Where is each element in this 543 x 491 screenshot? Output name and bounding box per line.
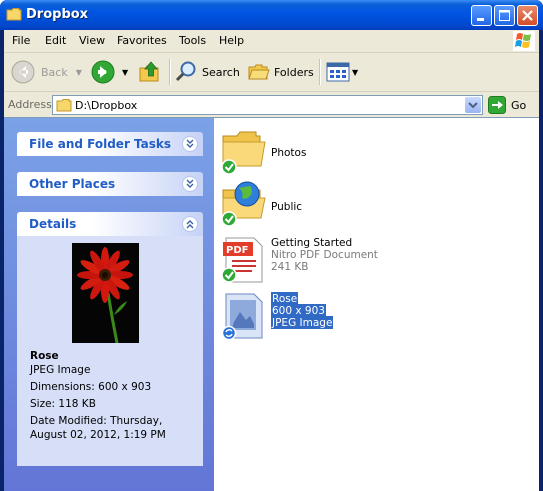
folder-icon [6,8,22,21]
chevron-down-double-icon[interactable] [182,176,198,192]
minimize-icon [477,18,484,21]
pdf-icon: PDF [221,237,263,283]
go-arrow-icon [488,96,506,114]
details-name: Rose [30,350,59,362]
chevron-up-double-icon[interactable] [182,216,198,232]
maximize-icon [499,10,510,21]
window-title: Dropbox [26,7,89,22]
folders-button[interactable]: Folders [247,56,314,88]
views-dropdown-icon[interactable]: ▼ [352,68,358,77]
address-label: Address [8,98,52,111]
file-type: JPEG Image [271,316,334,329]
title-bar[interactable]: Dropbox [0,0,543,30]
menu-help[interactable]: Help [219,34,244,47]
folder-icon [56,99,72,112]
file-name: Photos [271,147,307,159]
menu-file[interactable]: File [12,34,30,47]
address-bar: Address D:\Dropbox Go [4,93,539,117]
back-dropdown-icon[interactable]: ▼ [76,68,82,77]
shared-folder-icon [221,181,266,227]
svg-text:PDF: PDF [226,245,248,256]
up-folder-button[interactable] [139,56,161,88]
file-folder-tasks-header[interactable]: File and Folder Tasks [17,132,203,156]
windows-logo-icon [513,31,535,51]
menu-edit[interactable]: Edit [45,34,66,47]
up-folder-icon [139,61,159,82]
forward-arrow-icon [91,60,115,84]
chevron-down-icon [468,102,478,109]
file-item-getting-started[interactable]: PDF Getting Started Nitro PDF Document 2… [218,236,518,286]
forward-button[interactable]: ▼ [90,56,128,88]
details-type: JPEG Image [30,364,91,376]
toolbar-separator [319,59,321,85]
menu-tools[interactable]: Tools [179,34,206,47]
task-pane: File and Folder Tasks Other Places Detai… [4,118,214,491]
details-panel: Rose JPEG Image Dimensions: 600 x 903 Si… [17,236,203,466]
search-button[interactable]: Search [175,56,240,88]
file-item-photos[interactable]: Photos [218,128,518,178]
sync-check-icon [221,159,237,175]
details-size: Size: 118 KB [30,398,96,410]
file-type: Nitro PDF Document [271,249,378,261]
go-button[interactable]: Go [488,96,526,114]
folders-icon [248,64,270,80]
file-item-public[interactable]: Public [218,180,518,230]
search-icon [175,61,196,82]
rose-thumbnail [72,243,139,343]
address-input[interactable]: D:\Dropbox [52,95,483,115]
views-button[interactable]: ▼ [326,56,358,88]
explorer-window: Dropbox File Edit View Favorites Tools H… [0,0,543,491]
close-icon [522,10,533,21]
address-dropdown-button[interactable] [465,97,481,113]
forward-dropdown-icon[interactable]: ▼ [122,68,128,77]
details-header[interactable]: Details [17,212,203,236]
chevron-down-double-icon[interactable] [182,136,198,152]
file-size: 241 KB [271,261,309,273]
content-area: File and Folder Tasks Other Places Detai… [4,117,539,491]
jpeg-icon [221,293,263,340]
menu-favorites[interactable]: Favorites [117,34,167,47]
details-date-modified-cont: August 02, 2012, 1:19 PM [30,429,166,441]
file-name: Public [271,201,303,213]
minimize-button[interactable] [471,5,492,26]
details-date-modified: Date Modified: Thursday, [30,415,163,427]
views-icon [326,62,350,82]
folder-icon [221,131,266,175]
file-name: Getting Started [271,237,353,249]
address-value: D:\Dropbox [75,99,138,112]
syncing-icon [221,325,237,340]
file-item-rose[interactable]: Rose 600 x 903 JPEG Image [218,292,518,342]
back-arrow-icon [11,60,35,84]
back-button[interactable]: Back ▼ [10,56,82,88]
other-places-header[interactable]: Other Places [17,172,203,196]
toolbar-separator [169,59,171,85]
window-frame: File Edit View Favorites Tools Help Back [4,30,539,491]
maximize-button[interactable] [494,5,515,26]
menu-view[interactable]: View [79,34,105,47]
close-button[interactable] [517,5,538,26]
menu-bar: File Edit View Favorites Tools Help [4,30,539,53]
toolbar: Back ▼ ▼ Search Folders ▼ [4,53,539,92]
details-dimensions: Dimensions: 600 x 903 [30,381,152,393]
file-list: Photos Public PDF Getting Started Nitro … [214,118,539,491]
